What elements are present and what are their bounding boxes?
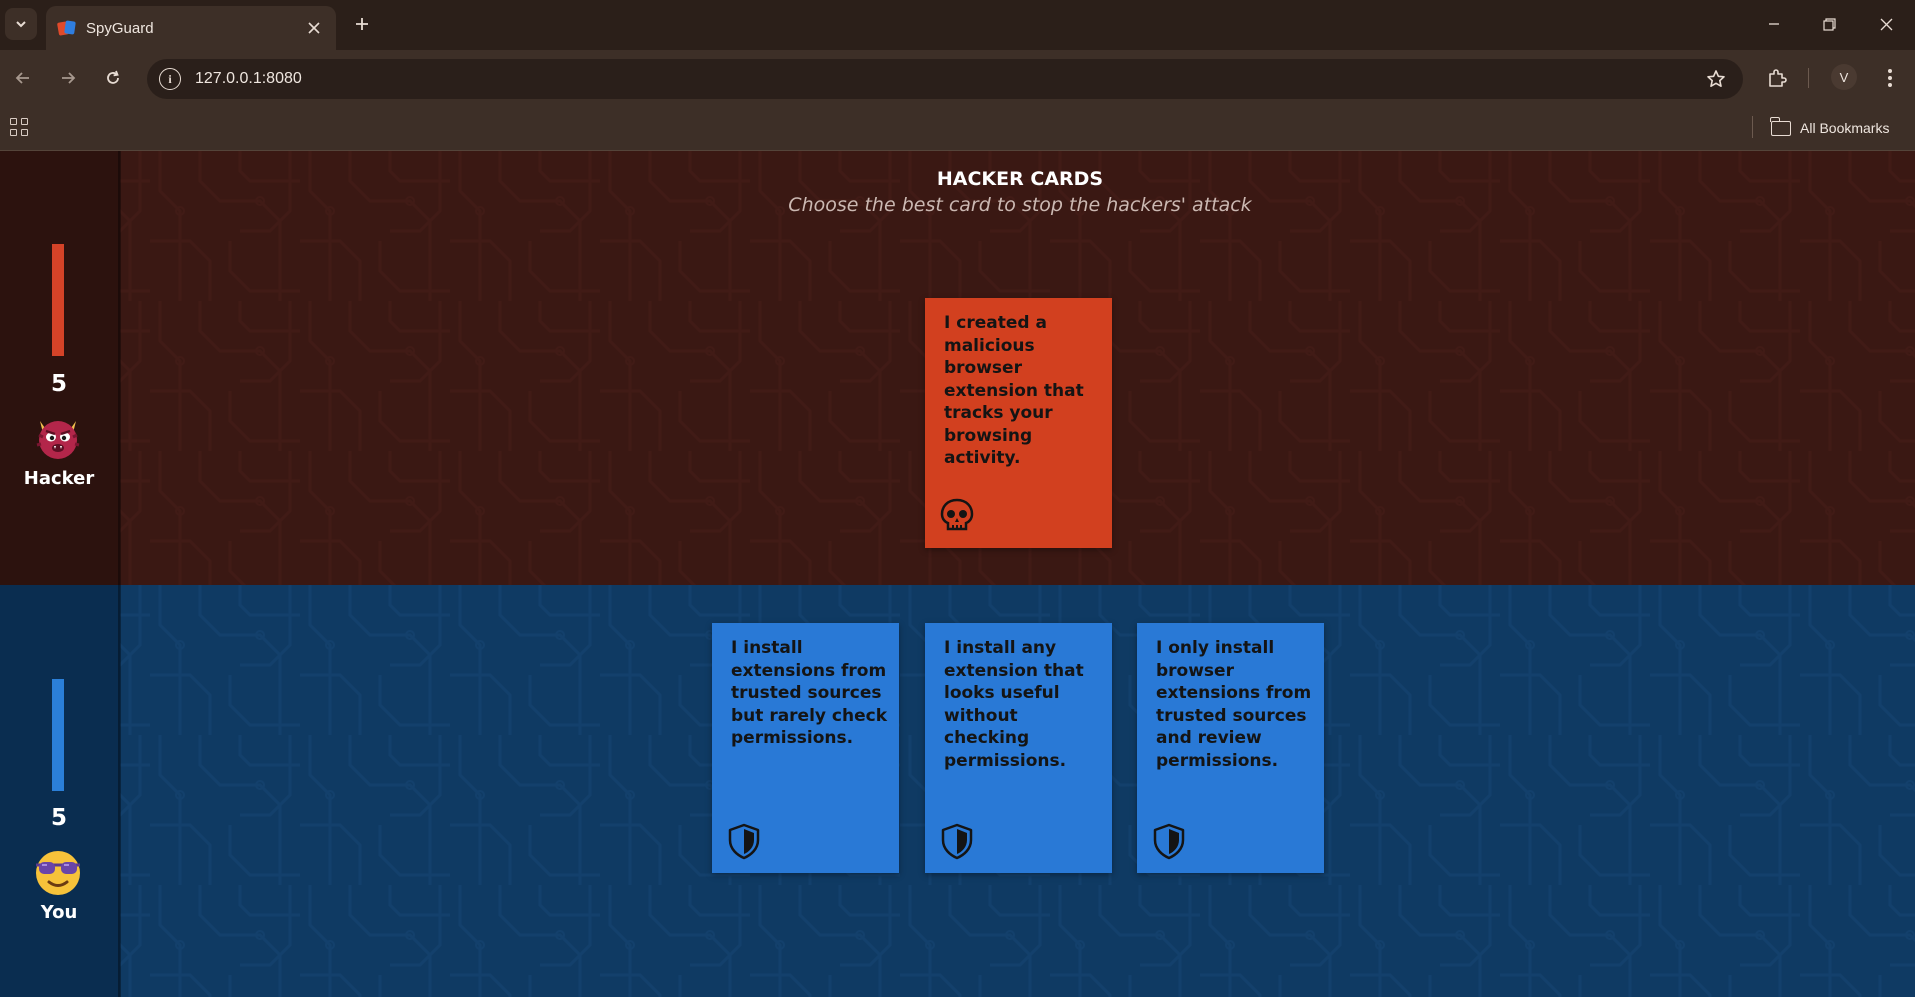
apps-grid-icon[interactable] [10,118,30,138]
defense-card[interactable]: I only install browser extensions from t… [1137,623,1324,873]
page-subtitle: Choose the best card to stop the hackers… [788,194,1252,216]
star-icon [1707,70,1725,87]
extensions-button[interactable] [1761,62,1793,94]
all-bookmarks-label: All Bookmarks [1800,120,1890,136]
hacker-health-bar [52,244,64,356]
hacker-sidebar [0,151,120,585]
player-health-bar [52,679,64,791]
player-score: 5 [50,805,67,831]
close-window-button[interactable] [1866,8,1906,40]
toolbar-separator [1808,68,1809,88]
chevron-down-icon [16,21,26,28]
address-bar[interactable]: i 127.0.0.1:8080 [147,59,1743,99]
sunglasses-face-icon [36,851,80,895]
tab-close-button[interactable] [300,14,328,42]
hacker-score: 5 [50,371,67,397]
more-vert-icon [1888,69,1892,87]
back-button[interactable] [7,62,39,94]
bookmarks-separator [1752,116,1753,138]
hacker-label: Hacker [23,468,95,489]
restore-icon [1822,17,1836,31]
arrow-left-icon [15,72,29,84]
plus-icon [356,18,368,30]
shield-icon [1153,823,1185,860]
reload-icon [107,70,119,84]
shield-icon [941,823,973,860]
all-bookmarks-button[interactable]: All Bookmarks [1770,114,1890,142]
url-text[interactable]: 127.0.0.1:8080 [195,70,1701,88]
sidebar-divider [118,151,121,997]
minimize-button[interactable] [1754,8,1794,40]
profile-avatar[interactable]: V [1831,64,1857,90]
site-info-icon[interactable]: i [159,68,181,90]
folder-icon [1770,116,1791,136]
tab-strip: SpyGuard [0,0,1915,50]
close-icon [308,22,320,34]
devil-face-icon [36,421,80,459]
hacker-attack-card: I created a malicious browser extension … [925,298,1112,548]
restore-button[interactable] [1809,8,1849,40]
new-tab-button[interactable] [348,10,376,38]
player-sidebar [0,585,120,997]
navigation-bar: i 127.0.0.1:8080 V [0,50,1915,106]
browser-menu-button[interactable] [1875,62,1905,94]
spyguard-favicon-icon [56,20,76,36]
page-title: HACKER CARDS [936,168,1104,190]
minimize-icon [1769,23,1779,25]
bookmarks-bar: All Bookmarks [0,106,1915,151]
close-icon [1880,18,1892,30]
defense-card-text: I only install browser extensions from t… [1156,638,1312,771]
defense-card[interactable]: I install extensions from trusted source… [712,623,899,873]
tab-search-button[interactable] [5,8,37,40]
defense-card-text: I install any extension that looks usefu… [944,638,1084,771]
forward-button[interactable] [52,62,84,94]
tab-title: SpyGuard [86,19,154,37]
puzzle-icon [1769,69,1787,87]
bookmark-star-button[interactable] [1701,64,1731,94]
tab-spyguard[interactable]: SpyGuard [46,6,336,50]
skull-icon [940,498,974,531]
game-page: 5 Hacker 5 You HACKER CARDS Choose the b… [0,151,1915,997]
reload-button[interactable] [97,62,129,94]
defense-card-text: I install extensions from trusted source… [731,638,888,748]
arrow-right-icon [62,72,76,84]
hacker-card-text: I created a malicious browser extension … [944,313,1084,468]
player-label: You [40,902,78,923]
shield-icon [728,823,760,860]
defense-card[interactable]: I install any extension that looks usefu… [925,623,1112,873]
